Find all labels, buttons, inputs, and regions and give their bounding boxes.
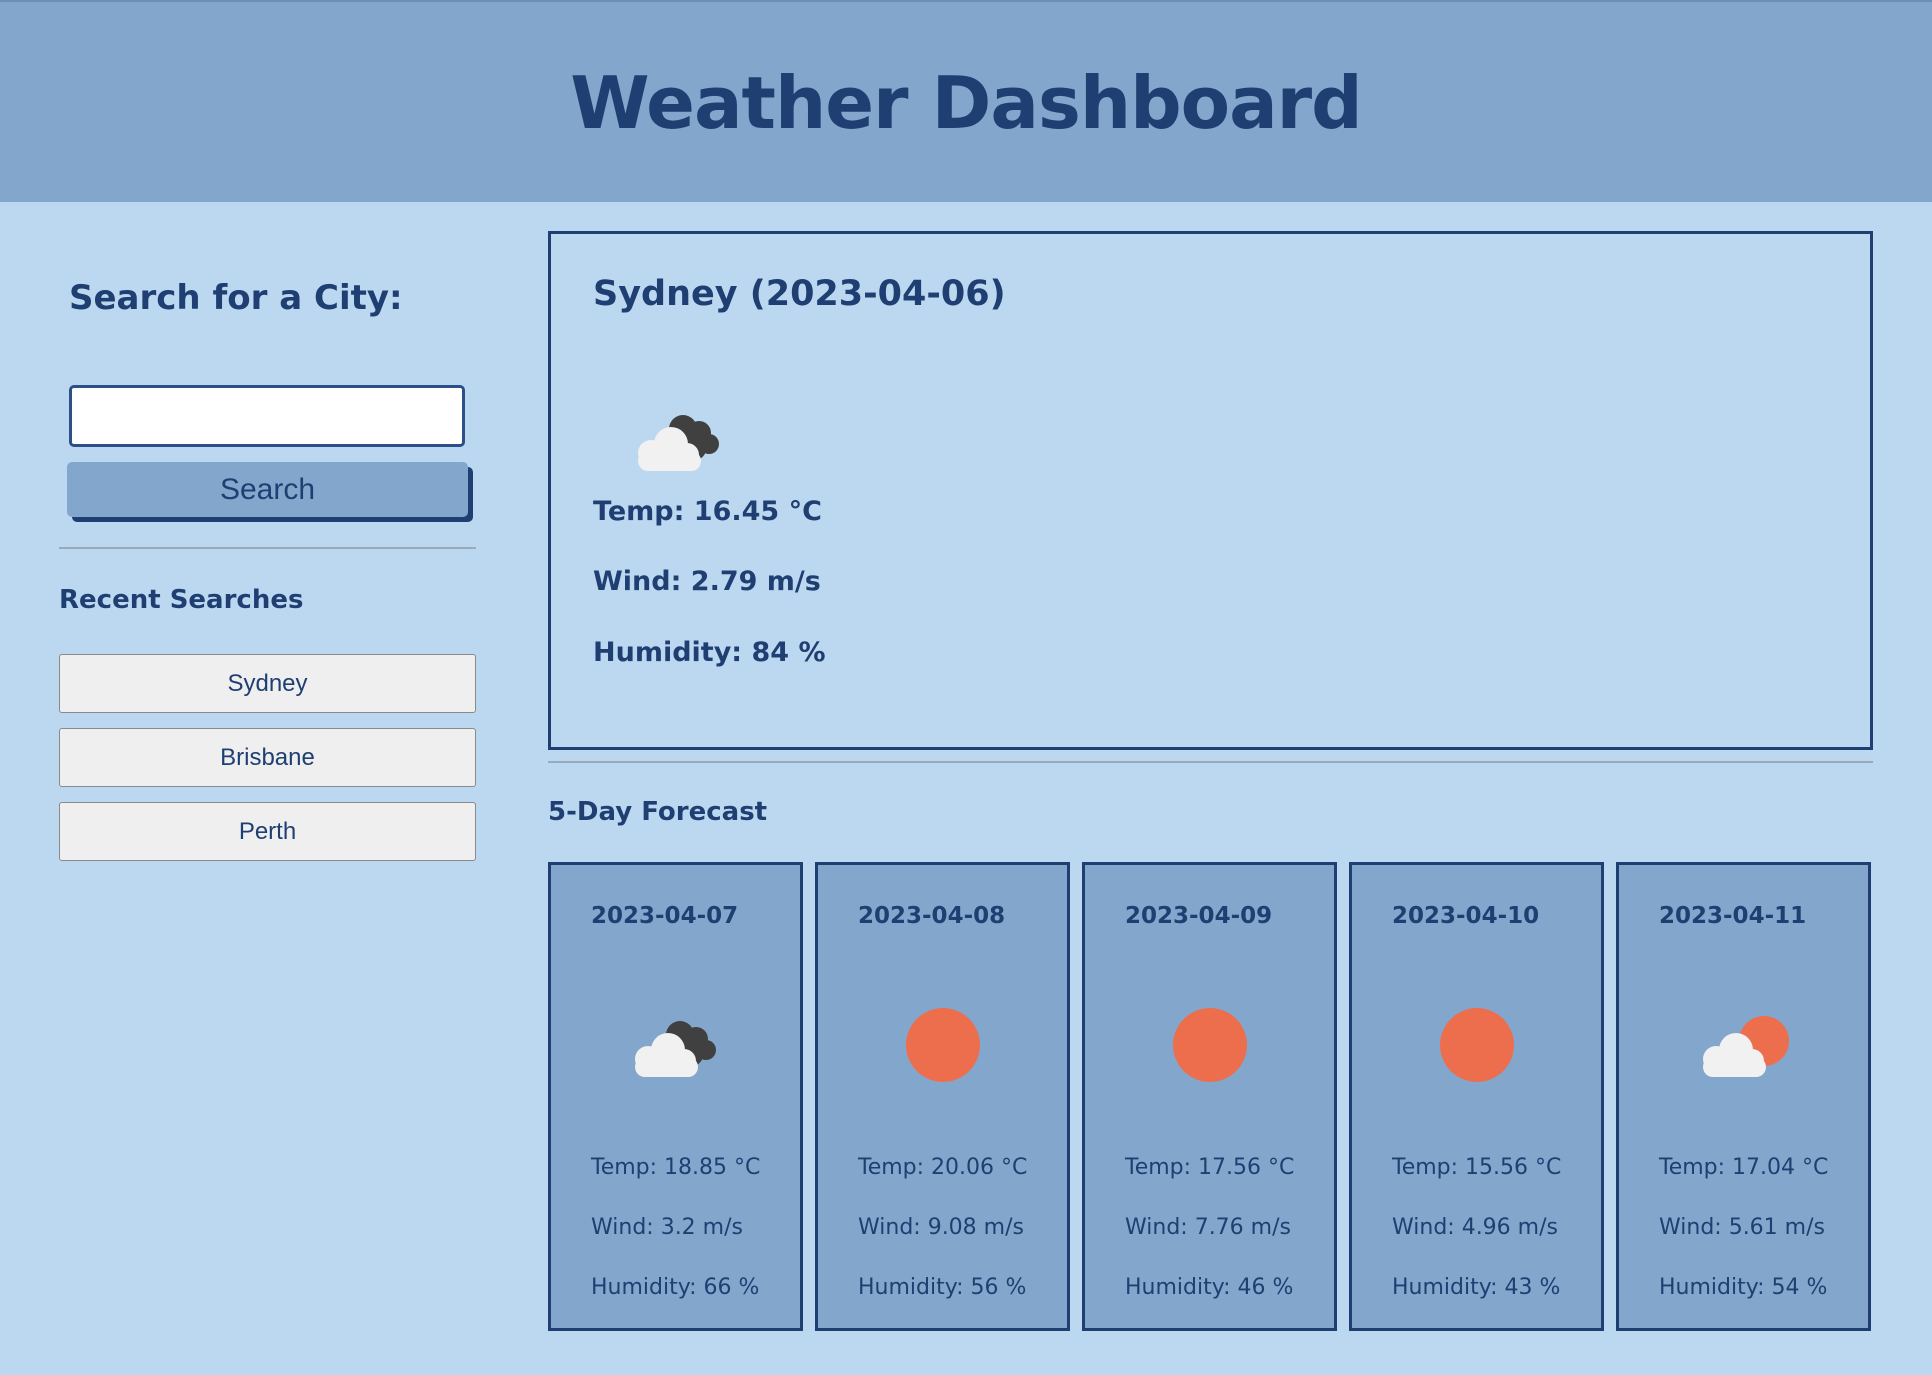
- forecast-card: 2023-04-09 Temp: 17.56 °C Wind: 7.76 m/s…: [1082, 862, 1337, 1331]
- page-title: Weather Dashboard: [570, 61, 1362, 145]
- forecast-humidity: Humidity: 66 %: [591, 1275, 760, 1300]
- search-title: Search for a City:: [69, 278, 403, 318]
- forecast-date: 2023-04-11: [1659, 903, 1807, 929]
- forecast-card: 2023-04-11 Temp: 17.04 °C Wind: 5.61 m/s…: [1616, 862, 1871, 1331]
- search-input[interactable]: [69, 385, 465, 447]
- cloudy-icon: [635, 1021, 716, 1077]
- forecast-temp: Temp: 20.06 °C: [858, 1155, 1028, 1180]
- recent-search-perth-button[interactable]: Perth: [59, 802, 476, 861]
- forecast-humidity: Humidity: 43 %: [1392, 1275, 1561, 1300]
- forecast-date: 2023-04-07: [591, 903, 739, 929]
- search-button[interactable]: Search: [67, 462, 468, 517]
- forecast-card: 2023-04-10 Temp: 15.56 °C Wind: 4.96 m/s…: [1349, 862, 1604, 1331]
- main-divider: [548, 761, 1873, 763]
- forecast-title: 5-Day Forecast: [548, 797, 768, 827]
- sun-icon: [1440, 1008, 1514, 1082]
- cloudy-icon: [638, 415, 719, 471]
- sidebar-divider: [59, 547, 476, 549]
- recent-searches-title: Recent Searches: [59, 585, 304, 615]
- forecast-card: 2023-04-08 Temp: 20.06 °C Wind: 9.08 m/s…: [815, 862, 1070, 1331]
- recent-search-sydney-button[interactable]: Sydney: [59, 654, 476, 713]
- forecast-wind: Wind: 3.2 m/s: [591, 1215, 743, 1240]
- forecast-humidity: Humidity: 46 %: [1125, 1275, 1294, 1300]
- recent-searches-list: Sydney Brisbane Perth: [59, 654, 476, 876]
- current-temp: Temp: 16.45 °C: [593, 496, 822, 527]
- forecast-row: 2023-04-07 Temp: 18.85 °C Wind: 3.2 m/s …: [548, 862, 1873, 1331]
- forecast-wind: Wind: 9.08 m/s: [858, 1215, 1024, 1240]
- current-weather-card: Sydney (2023-04-06) Temp: 16.45 °C Wind:…: [548, 231, 1873, 750]
- forecast-humidity: Humidity: 56 %: [858, 1275, 1027, 1300]
- sun-icon: [906, 1008, 980, 1082]
- forecast-wind: Wind: 7.76 m/s: [1125, 1215, 1291, 1240]
- forecast-temp: Temp: 18.85 °C: [591, 1155, 761, 1180]
- partly-cloudy-icon: [1703, 1016, 1789, 1077]
- forecast-temp: Temp: 17.56 °C: [1125, 1155, 1295, 1180]
- forecast-date: 2023-04-10: [1392, 903, 1540, 929]
- forecast-wind: Wind: 5.61 m/s: [1659, 1215, 1825, 1240]
- forecast-temp: Temp: 17.04 °C: [1659, 1155, 1829, 1180]
- current-humidity: Humidity: 84 %: [593, 637, 826, 668]
- forecast-card: 2023-04-07 Temp: 18.85 °C Wind: 3.2 m/s …: [548, 862, 803, 1331]
- forecast-wind: Wind: 4.96 m/s: [1392, 1215, 1558, 1240]
- recent-search-brisbane-button[interactable]: Brisbane: [59, 728, 476, 787]
- page-header: Weather Dashboard: [0, 0, 1932, 202]
- sun-icon: [1173, 1008, 1247, 1082]
- forecast-date: 2023-04-08: [858, 903, 1006, 929]
- forecast-temp: Temp: 15.56 °C: [1392, 1155, 1562, 1180]
- forecast-date: 2023-04-09: [1125, 903, 1273, 929]
- current-wind: Wind: 2.79 m/s: [593, 566, 821, 597]
- forecast-humidity: Humidity: 54 %: [1659, 1275, 1828, 1300]
- current-city-title: Sydney (2023-04-06): [593, 274, 1006, 314]
